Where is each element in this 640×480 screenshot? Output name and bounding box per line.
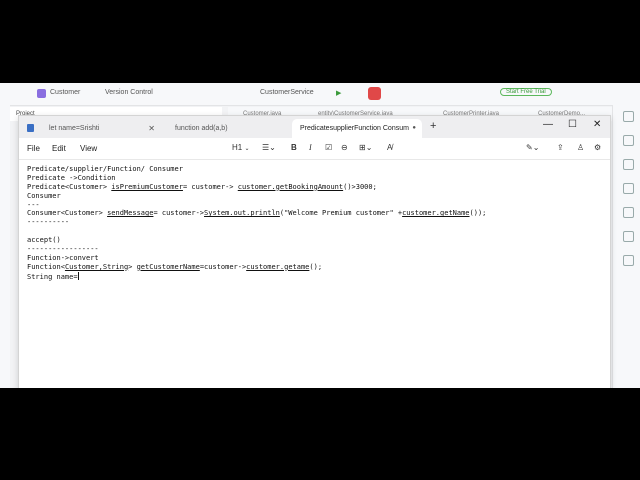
editor-text: ---------- bbox=[27, 218, 70, 227]
list-icon[interactable] bbox=[623, 255, 634, 266]
heading-label: H1 bbox=[232, 143, 243, 152]
editor-line: Consumer<Customer> sendMessage= customer… bbox=[27, 209, 602, 218]
spellcheck-underlined-text: customer.getName bbox=[402, 209, 470, 218]
editor-line: accept() bbox=[27, 236, 602, 245]
close-tab-icon[interactable]: ✕ bbox=[148, 119, 155, 138]
editor-line: Function<Customer,String> getCustomerNam… bbox=[27, 263, 602, 272]
notepad-tab[interactable]: let name=Srishti ✕ bbox=[19, 119, 161, 138]
editor-text: Predicate/supplier/Function/ Consumer bbox=[27, 165, 183, 173]
notepad-tab-active[interactable]: PredicatesupplierFunction Consum ● bbox=[292, 119, 422, 138]
editor-text: ()>3000; bbox=[343, 182, 377, 191]
editor-line: ----------------- bbox=[27, 245, 602, 254]
editor-line: ---------- bbox=[27, 218, 602, 227]
editor-text: =customer-> bbox=[199, 262, 247, 271]
editor-text: --- bbox=[27, 200, 40, 209]
unsaved-dot-icon[interactable]: ● bbox=[412, 119, 416, 138]
editor-text: Predicate ->Condition bbox=[27, 173, 116, 182]
notepad-tab[interactable]: function add(a,b) bbox=[162, 119, 295, 138]
editor-text: Function->convert bbox=[27, 253, 99, 262]
gradle-icon[interactable] bbox=[623, 159, 634, 170]
maximize-button[interactable]: ☐ bbox=[568, 119, 577, 130]
editor-text: ----------------- bbox=[27, 245, 99, 254]
stop-icon[interactable] bbox=[368, 87, 381, 100]
link-icon[interactable]: ⊖ bbox=[341, 143, 348, 152]
settings-gear-icon[interactable]: ⚙ bbox=[594, 143, 601, 152]
start-trial-button[interactable]: Start Free Trial bbox=[500, 88, 552, 96]
editor-text: ()); bbox=[469, 209, 487, 218]
ide-vcs-menu[interactable]: Version Control bbox=[105, 89, 153, 96]
menu-edit[interactable]: Edit bbox=[52, 144, 66, 153]
ide-project-name[interactable]: Customer bbox=[50, 89, 80, 96]
profile-icon[interactable]: ♙ bbox=[577, 143, 584, 152]
list-dropdown-icon[interactable]: ☰⌄ bbox=[262, 143, 276, 152]
editor-line: Consumer bbox=[27, 192, 602, 201]
assistant-icon[interactable] bbox=[623, 183, 634, 194]
copilot-icon[interactable]: ✎⌄ bbox=[526, 143, 539, 152]
notepad-tab-label: let name=Srishti bbox=[49, 125, 100, 132]
notepad-tab-strip: let name=Srishti ✕ function add(a,b) Pre… bbox=[19, 116, 610, 138]
table-icon[interactable]: ⊞⌄ bbox=[359, 143, 372, 152]
document-icon bbox=[27, 124, 34, 132]
editor-text: Consumer<Customer> bbox=[27, 209, 108, 218]
close-button[interactable]: ✕ bbox=[593, 119, 601, 130]
notepad-editor[interactable]: Predicate/supplier/Function/ Consumer Pre… bbox=[27, 165, 602, 385]
notepad-tab-label: PredicatesupplierFunction Consum bbox=[300, 125, 409, 132]
project-icon bbox=[37, 89, 46, 98]
ide-run-config[interactable]: CustomerService bbox=[260, 89, 314, 96]
notepad-window: let name=Srishti ✕ function add(a,b) Pre… bbox=[18, 115, 611, 388]
run-icon[interactable]: ▶ bbox=[336, 89, 341, 97]
ide-left-gutter bbox=[0, 105, 10, 388]
editor-text: (); bbox=[309, 262, 323, 271]
bold-button[interactable]: B bbox=[291, 143, 297, 152]
italic-button[interactable]: I bbox=[309, 143, 312, 152]
text-cursor bbox=[77, 271, 79, 280]
editor-text: = customer-> bbox=[153, 209, 205, 218]
spellcheck-underlined-text: customer.getBookingAmount bbox=[237, 182, 344, 191]
desktop-screen: Customer Version Control CustomerService… bbox=[0, 83, 640, 388]
editor-text: Function< bbox=[27, 262, 65, 271]
menu-view[interactable]: View bbox=[80, 144, 97, 153]
editor-line: Predicate<Customer> isPremiumCustomer= c… bbox=[27, 183, 602, 192]
heading-dropdown[interactable]: H1 ⌄ bbox=[232, 143, 250, 152]
editor-line: Predicate ->Condition bbox=[27, 174, 602, 183]
checklist-icon[interactable]: ☑ bbox=[325, 143, 332, 152]
spellcheck-underlined-text: isPremiumCustomer bbox=[111, 182, 183, 191]
ide-right-toolbar bbox=[612, 105, 640, 388]
editor-text: = customer-> bbox=[182, 182, 238, 191]
editor-text: ("Welcome Premium customer" + bbox=[279, 209, 403, 218]
editor-text: String name= bbox=[27, 272, 78, 281]
chevron-down-icon: ⌄ bbox=[244, 146, 250, 152]
editor-text: Predicate<Customer> bbox=[27, 182, 112, 191]
editor-line: String name= bbox=[27, 271, 602, 281]
notepad-menubar: File Edit View H1 ⌄ ☰⌄ B I ☑ ⊖ ⊞⌄ A̸ ✎⌄ … bbox=[19, 138, 610, 160]
editor-line: Predicate/supplier/Function/ Consumer bbox=[27, 165, 602, 174]
notepad-tab-label: function add(a,b) bbox=[175, 125, 228, 132]
clear-format-icon[interactable]: A̸ bbox=[387, 143, 392, 152]
structure-icon[interactable] bbox=[623, 207, 634, 218]
endpoints-icon[interactable] bbox=[623, 231, 634, 242]
spellcheck-underlined-text: getCustomerName bbox=[136, 262, 200, 271]
spellcheck-underlined-text: sendMessage bbox=[107, 209, 154, 218]
minimize-button[interactable]: — bbox=[543, 119, 553, 130]
editor-text: accept() bbox=[27, 236, 61, 245]
menu-file[interactable]: File bbox=[27, 144, 40, 153]
spellcheck-underlined-text: customer.getame bbox=[246, 262, 310, 271]
editor-line: Function->convert bbox=[27, 254, 602, 263]
editor-text: > bbox=[128, 262, 137, 271]
database-icon[interactable] bbox=[623, 135, 634, 146]
ide-toolbar: Customer Version Control CustomerService… bbox=[0, 83, 640, 106]
notifications-icon[interactable] bbox=[623, 111, 634, 122]
new-tab-icon[interactable]: + bbox=[430, 120, 436, 132]
editor-line: --- bbox=[27, 201, 602, 210]
editor-text: Consumer bbox=[27, 191, 61, 200]
spellcheck-underlined-text: Customer,String bbox=[64, 262, 129, 271]
spellcheck-underlined-text: System.out.println bbox=[204, 209, 280, 218]
share-icon[interactable]: ⇪ bbox=[557, 143, 564, 152]
